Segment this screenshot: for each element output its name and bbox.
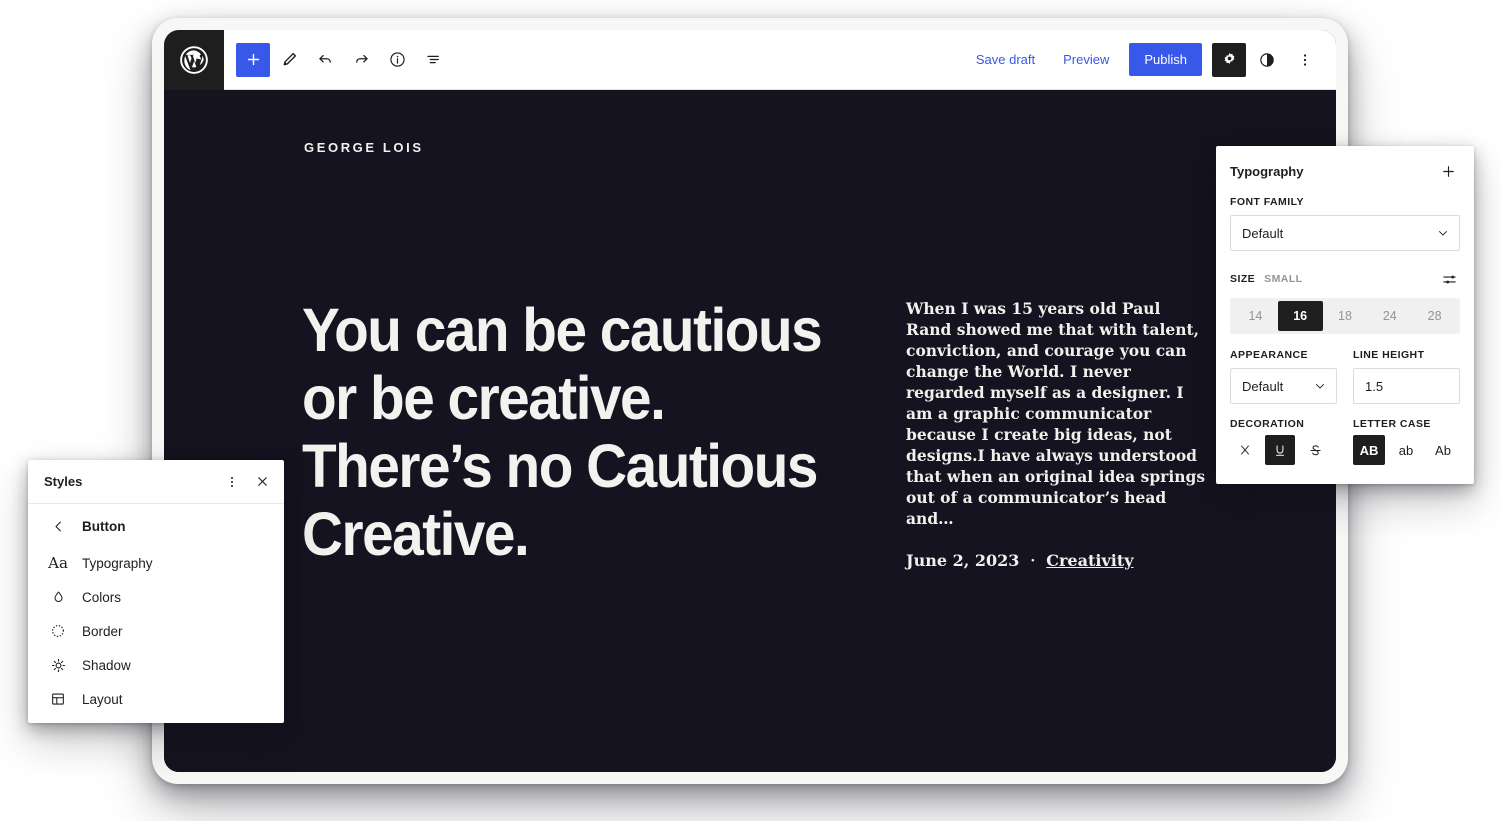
styles-panel-title: Styles [44,474,83,489]
tablet-screen: Save draft Preview Publish GEORGE LOIS Y… [164,30,1336,772]
typography-panel: Typography FONT FAMILY Default SIZE SMAL… [1216,146,1474,484]
plus-icon[interactable] [1436,159,1460,183]
size-option-16[interactable]: 16 [1277,301,1323,331]
aa-typography-icon: Aa [48,553,68,572]
styles-back-label: Button [82,518,126,534]
sidebar-item-label: Colors [82,589,122,605]
post-excerpt: When I was 15 years old Paul Rand showed… [906,299,1206,528]
line-height-input[interactable]: 1.5 [1353,368,1460,404]
meta-separator: · [1030,552,1036,569]
size-option-18[interactable]: 18 [1323,301,1368,331]
size-option-14[interactable]: 14 [1233,301,1278,331]
decoration-lettercase-row: DECORATION LETTER CASE AB ab Ab [1230,418,1460,465]
droplet-icon [48,587,68,607]
font-family-field: FONT FAMILY Default [1230,196,1460,251]
styles-panel-header: Styles [28,460,284,504]
chevron-down-icon [1436,226,1450,240]
editor-toolbar: Save draft Preview Publish [164,30,1336,90]
sidebar-item-label: Border [82,623,123,639]
sidebar-item-layout[interactable]: Layout [28,682,284,716]
edit-tool-button[interactable] [272,43,306,77]
post-eyebrow: GEORGE LOIS [304,140,424,155]
kebab-menu-icon[interactable] [218,468,246,496]
toolbar-left-group [224,42,450,77]
post-meta: June 2, 2023 · Creativity [906,551,1206,570]
sidebar-item-colors[interactable]: Colors [28,580,284,614]
settings-button[interactable] [1212,42,1246,77]
size-value-label: SMALL [1264,273,1303,285]
sidebar-item-shadow[interactable]: Shadow [28,648,284,682]
size-label: SIZE [1230,273,1256,285]
post-headline[interactable]: You can be cautious or be creative. Ther… [302,296,841,568]
chevron-left-icon [48,516,68,536]
styles-toggle-button[interactable] [1250,43,1284,77]
typography-panel-title: Typography [1230,163,1304,179]
save-draft-button[interactable]: Save draft [964,44,1047,75]
preview-button[interactable]: Preview [1051,44,1121,75]
decoration-underline[interactable] [1265,435,1295,465]
letter-case-label: LETTER CASE [1353,418,1431,430]
sidebar-item-typography[interactable]: Aa Typography [28,546,284,580]
post-aside: When I was 15 years old Paul Rand showed… [906,298,1206,570]
line-height-label: LINE HEIGHT [1353,349,1425,361]
post-category-link[interactable]: Creativity [1046,551,1133,570]
sidebar-item-label: Layout [82,691,123,707]
decoration-toggle-group [1230,435,1337,465]
post-canvas: GEORGE LOIS You can be cautious or be cr… [164,90,1336,772]
toolbar-right-group: Save draft Preview Publish [964,42,1336,77]
wordpress-logo-icon[interactable] [164,30,224,90]
appearance-value: Default [1242,378,1284,394]
close-icon[interactable] [248,468,276,496]
appearance-field: APPEARANCE Default [1230,349,1337,404]
details-button[interactable] [380,43,414,77]
undo-button[interactable] [308,43,342,77]
font-family-select[interactable]: Default [1230,215,1460,251]
font-family-value: Default [1242,225,1284,241]
letter-case-lowercase[interactable]: ab [1390,435,1422,465]
list-view-button[interactable] [416,43,450,77]
letter-case-toggle-group: AB ab Ab [1353,435,1460,465]
post-date: June 2, 2023 [906,551,1020,570]
decoration-strikethrough[interactable] [1300,435,1330,465]
layout-grid-icon [48,689,68,709]
decoration-none[interactable] [1230,435,1260,465]
typography-panel-header: Typography [1230,159,1460,183]
dotted-circle-icon [48,621,68,641]
add-block-button[interactable] [236,42,270,77]
appearance-lineheight-row: APPEARANCE Default LINE HEIGHT 1.5 [1230,349,1460,404]
letter-case-capitalize[interactable]: Ab [1427,435,1459,465]
appearance-label: APPEARANCE [1230,349,1309,361]
line-height-field: LINE HEIGHT 1.5 [1353,349,1460,404]
sun-shadow-icon [48,655,68,675]
options-menu-button[interactable] [1288,43,1322,77]
font-family-label: FONT FAMILY [1230,196,1304,208]
sidebar-item-label: Typography [82,555,153,571]
decoration-field: DECORATION [1230,418,1337,465]
letter-case-uppercase[interactable]: AB [1353,435,1385,465]
styles-panel: Styles Button Aa Typography Colors Borde… [28,460,284,723]
decoration-label: DECORATION [1230,418,1305,430]
letter-case-field: LETTER CASE AB ab Ab [1353,418,1460,465]
size-field-header: SIZE SMALL [1230,268,1460,290]
screenshot-root: Save draft Preview Publish GEORGE LOIS Y… [0,0,1500,821]
size-option-28[interactable]: 28 [1412,301,1457,331]
sidebar-item-label: Shadow [82,657,131,673]
sliders-icon[interactable] [1438,268,1460,290]
chevron-down-icon [1313,379,1327,393]
size-segmented-control: 14 16 18 24 28 [1230,298,1460,334]
publish-button[interactable]: Publish [1129,43,1202,76]
tablet-device-frame: Save draft Preview Publish GEORGE LOIS Y… [152,18,1348,784]
size-option-24[interactable]: 24 [1367,301,1412,331]
styles-back-button[interactable]: Button [28,504,284,546]
sidebar-item-border[interactable]: Border [28,614,284,648]
styles-header-actions [218,468,276,496]
appearance-select[interactable]: Default [1230,368,1337,404]
redo-button[interactable] [344,43,378,77]
